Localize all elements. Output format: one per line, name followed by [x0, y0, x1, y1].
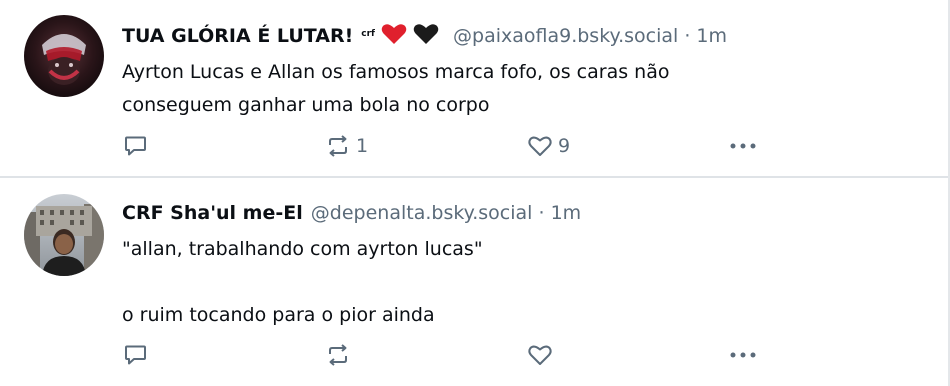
- more-options-button[interactable]: [729, 131, 757, 161]
- post-header: CRF Sha'ul me-El @depenalta.bsky.social …: [122, 201, 581, 225]
- heart-icon: [528, 136, 552, 156]
- reply-icon: [125, 136, 146, 156]
- author-name[interactable]: CRF Sha'ul me-El: [122, 202, 303, 224]
- reply-button[interactable]: [124, 340, 153, 370]
- author-handle[interactable]: @depenalta.bsky.social: [311, 202, 533, 224]
- avatar[interactable]: [24, 194, 104, 276]
- like-count: 9: [558, 135, 571, 157]
- repost-button[interactable]: 1: [326, 131, 368, 161]
- separator: ·: [538, 202, 545, 224]
- heart-icon: [528, 345, 552, 365]
- repost-button[interactable]: [326, 340, 356, 370]
- like-button[interactable]: [528, 340, 558, 370]
- reply-icon: [125, 345, 146, 365]
- avatar[interactable]: [24, 15, 104, 97]
- repost-count: 1: [356, 135, 369, 157]
- repost-icon: [329, 135, 347, 157]
- avatar-image: [24, 194, 104, 276]
- more-options-button[interactable]: [729, 340, 757, 370]
- more-options-icon: [730, 143, 756, 149]
- author-name[interactable]: TUA GLÓRIA É LUTAR!: [122, 25, 353, 47]
- author-handle[interactable]: @paixaofla9.bsky.social: [453, 25, 678, 47]
- like-button[interactable]: 9: [528, 131, 570, 161]
- timestamp[interactable]: 1m: [551, 202, 582, 224]
- avatar-image: [24, 15, 104, 97]
- post-1[interactable]: TUA GLÓRIA É LUTAR! crf @paixaofla9.bsky.…: [0, 0, 948, 176]
- post-text: Ayrton Lucas e Allan os famosos marca fo…: [122, 61, 670, 116]
- separator: ·: [684, 25, 691, 47]
- red-heart-icon: [381, 23, 407, 51]
- repost-icon: [329, 344, 347, 366]
- post-2[interactable]: CRF Sha'ul me-El @depenalta.bsky.social …: [0, 178, 948, 386]
- post-text: "allan, trabalhando com ayrton lucas" o …: [122, 238, 483, 326]
- more-options-icon: [730, 352, 756, 358]
- post-header: TUA GLÓRIA É LUTAR! crf @paixaofla9.bsky.…: [122, 22, 727, 51]
- crf-badge: crf: [361, 29, 375, 39]
- timestamp[interactable]: 1m: [696, 25, 727, 47]
- post-actions: [0, 340, 948, 370]
- post-actions: 1 9: [0, 131, 948, 161]
- reply-button[interactable]: [124, 131, 153, 161]
- black-heart-icon: [413, 23, 439, 51]
